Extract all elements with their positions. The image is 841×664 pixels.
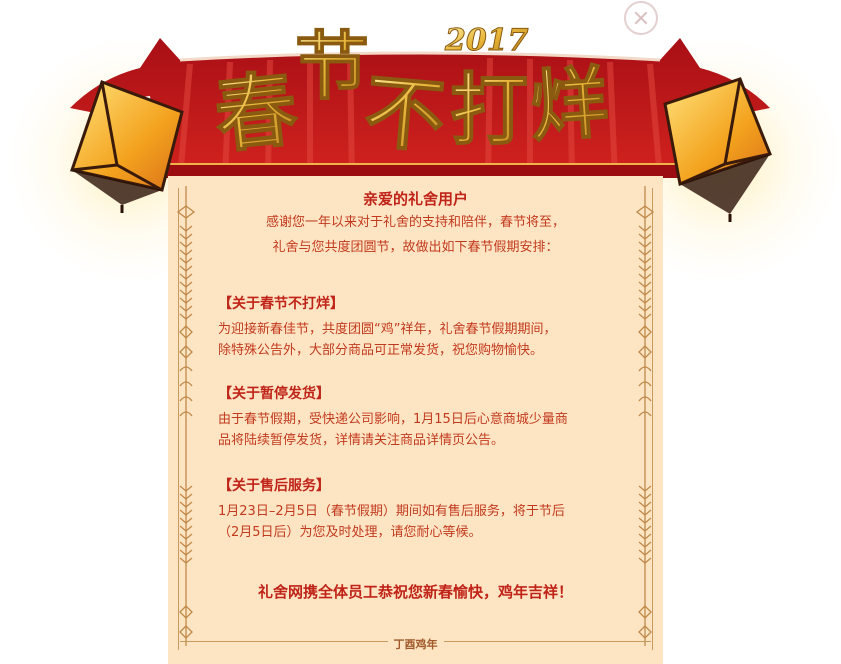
section-title: 【关于售后服务】 <box>218 478 330 494</box>
section-body: 为迎接新春佳节，共度团圆“鸡”祥年，礼舍春节假期期间， 除特殊公告外，大部分商品… <box>218 319 638 361</box>
section-shipping-pause: 【关于暂停发货】 由于春节假期，受快递公司影响，1月15日后心意商城少量商 品将… <box>218 384 638 451</box>
section-always-open: 【关于春节不打烊】 为迎接新春佳节，共度团圆“鸡”祥年，礼舍春节假期期间， 除特… <box>218 294 638 361</box>
section-title: 【关于暂停发货】 <box>218 386 330 402</box>
headline-char-3: 不 <box>361 64 449 165</box>
intro-text: 感谢您一年以来对于礼舍的支持和陪伴，春节将至， 礼舍与您共度团圆节，故做出如下春… <box>168 210 663 260</box>
greeting-heading: 亲爱的礼舍用户 <box>362 190 468 208</box>
section-line: 为迎接新春佳节，共度团圆“鸡”祥年，礼舍春节假期期间， <box>218 322 557 337</box>
section-line: （2月5日后）为您及时处理，请您耐心等候。 <box>218 525 482 540</box>
intro-line: 感谢您一年以来对于礼舍的支持和陪伴，春节将至， <box>265 215 565 230</box>
year-mark: 丁酉鸡年 <box>168 636 663 652</box>
letter-paper: 亲爱的礼舍用户 感谢您一年以来对于礼舍的支持和陪伴，春节将至， 礼舍与您共度团圆… <box>168 176 663 664</box>
headline-char-4: 打 <box>450 65 528 156</box>
section-title: 【关于春节不打烊】 <box>218 296 344 312</box>
section-line: 1月23日–2月5日（春节假期）期间如有售后服务，将于节后 <box>218 504 565 519</box>
headline-year: 2017 <box>444 23 529 58</box>
headline-char-2: 节 <box>295 24 369 110</box>
closing-greeting: 礼舍网携全体员工恭祝您新春愉快，鸡年吉祥！ <box>257 583 573 601</box>
right-lantern-icon <box>663 77 772 222</box>
section-line: 除特殊公告外，大部分商品可正常发货，祝您购物愉快。 <box>218 343 544 358</box>
section-line: 由于春节假期，受快递公司影响，1月15日后心意商城少量商 <box>218 412 568 427</box>
section-body: 1月23日–2月5日（春节假期）期间如有售后服务，将于节后 （2月5日后）为您及… <box>218 501 638 543</box>
headline-spring-festival: 春 节 不 打 烊 2017 <box>210 23 612 166</box>
headline-char-5: 烊 <box>527 57 611 153</box>
section-body: 由于春节假期，受快递公司影响，1月15日后心意商城少量商 品将陆续暂停发货，详情… <box>218 409 638 451</box>
year-mark-text: 丁酉鸡年 <box>387 638 444 651</box>
headline-char-1: 春 <box>210 61 302 165</box>
section-line: 品将陆续暂停发货，详情请关注商品详情页公告。 <box>218 433 505 448</box>
intro-line: 礼舍与您共度团圆节，故做出如下春节假期安排： <box>272 240 559 255</box>
section-after-sales: 【关于售后服务】 1月23日–2月5日（春节假期）期间如有售后服务，将于节后 （… <box>218 476 638 543</box>
close-button[interactable] <box>624 1 658 35</box>
